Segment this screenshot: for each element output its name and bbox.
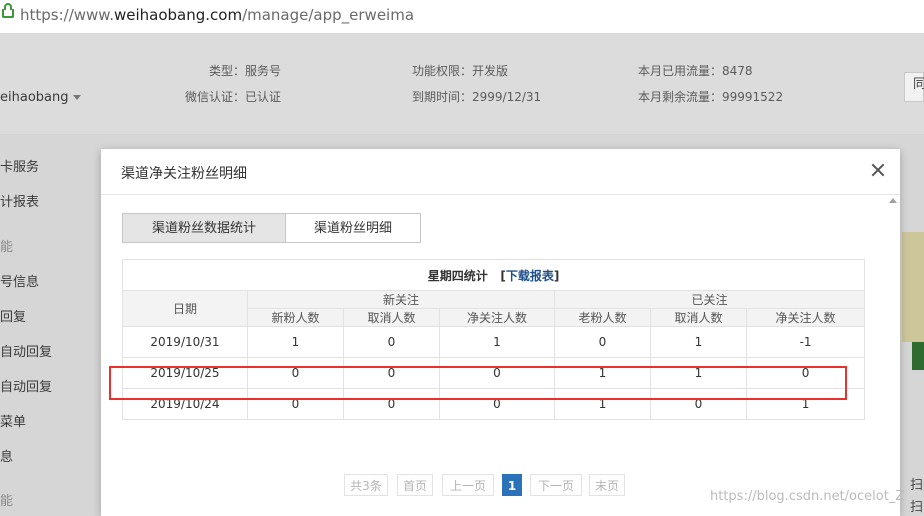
value-cell: 1 bbox=[554, 357, 651, 389]
column-header: 净关注人数 bbox=[439, 308, 555, 327]
pager-next-button[interactable]: 下一页 bbox=[530, 474, 582, 496]
scroll-up-arrow-icon[interactable] bbox=[889, 198, 897, 203]
value-cell: 1 bbox=[650, 357, 747, 389]
group-header-new: 新关注 bbox=[247, 290, 555, 309]
value-cell: 0 bbox=[554, 326, 651, 358]
sidebar-item[interactable]: 回复 bbox=[0, 306, 26, 325]
account-info-bar: eihaobang 类型：服务号 微信认证：已认证 功能权限：开发版 到期时间：… bbox=[0, 34, 924, 134]
value-cell: 0 bbox=[439, 388, 555, 420]
value-cell: 1 bbox=[247, 326, 344, 358]
value-cell: -1 bbox=[745, 326, 866, 358]
right-scan-text: 扫 bbox=[910, 500, 924, 515]
lock-icon bbox=[2, 3, 14, 18]
value-cell: 0 bbox=[343, 326, 440, 358]
expire-date: 到期时间：2999/12/31 bbox=[412, 90, 542, 104]
sidebar-section-heading: 能 bbox=[0, 240, 14, 255]
sidebar-item[interactable]: 自动回复 bbox=[0, 376, 52, 395]
table-row: 2019/10/25 0 0 0 1 1 0 bbox=[122, 357, 866, 389]
remaining-traffic: 本月剩余流量：99991522 bbox=[638, 90, 784, 104]
address-bar[interactable]: https://www.weihaobang.com/manage/app_er… bbox=[0, 0, 924, 34]
modal-divider bbox=[101, 194, 900, 195]
column-header: 老粉人数 bbox=[554, 308, 651, 327]
modal-title: 渠道净关注粉丝明细 bbox=[121, 166, 247, 182]
pager-current-page[interactable]: 1 bbox=[502, 474, 522, 496]
date-cell: 2019/10/24 bbox=[122, 388, 248, 420]
sidebar-item[interactable]: 卡服务 bbox=[0, 156, 39, 175]
account-dropdown[interactable]: eihaobang bbox=[0, 90, 81, 105]
download-report-link[interactable]: 下载报表 bbox=[506, 269, 554, 283]
url-text[interactable]: https://www.weihaobang.com/manage/app_er… bbox=[20, 6, 414, 24]
right-panel-image bbox=[902, 232, 924, 342]
value-cell: 0 bbox=[745, 357, 866, 389]
table-caption: 星期四统计 [下载报表] bbox=[121, 259, 866, 291]
pager-first-button[interactable]: 首页 bbox=[397, 474, 433, 496]
value-cell: 1 bbox=[439, 326, 555, 358]
sidebar-item[interactable]: 号信息 bbox=[0, 271, 39, 290]
pager-total: 共3条 bbox=[344, 474, 388, 496]
wechat-auth: 微信认证：已认证 bbox=[185, 90, 282, 104]
date-cell: 2019/10/25 bbox=[122, 357, 248, 389]
table-row: 2019/10/24 0 0 0 1 0 1 bbox=[122, 388, 866, 420]
column-header: 新粉人数 bbox=[247, 308, 344, 327]
value-cell: 1 bbox=[650, 326, 747, 358]
url-domain: weihaobang.com bbox=[113, 6, 243, 24]
column-header: 净关注人数 bbox=[745, 308, 866, 327]
tab-channel-fan-detail[interactable]: 渠道粉丝明细 bbox=[285, 213, 421, 243]
tab-channel-fan-stats[interactable]: 渠道粉丝数据统计 bbox=[122, 213, 286, 243]
value-cell: 0 bbox=[247, 388, 344, 420]
value-cell: 0 bbox=[343, 357, 440, 389]
right-action-button[interactable]: 同 bbox=[904, 72, 924, 102]
account-type: 类型：服务号 bbox=[209, 64, 282, 78]
watermark: https://blog.csdn.net/ocelot_Z bbox=[710, 489, 905, 504]
sidebar-section-heading: 能 bbox=[0, 494, 14, 509]
right-green-button[interactable] bbox=[912, 342, 924, 370]
stats-table: 星期四统计 [下载报表] 日期 新关注 已关注 新粉人数 取消人数 净关注人数 … bbox=[121, 259, 866, 420]
value-cell: 1 bbox=[554, 388, 651, 420]
sidebar-item[interactable]: 息 bbox=[0, 446, 13, 465]
used-traffic: 本月已用流量：8478 bbox=[638, 64, 753, 78]
close-icon[interactable] bbox=[869, 161, 887, 179]
pager-last-button[interactable]: 末页 bbox=[589, 474, 625, 496]
column-header: 取消人数 bbox=[650, 308, 747, 327]
date-cell: 2019/10/31 bbox=[122, 326, 248, 358]
function-permission: 功能权限：开发版 bbox=[412, 64, 509, 78]
fan-detail-modal: 渠道净关注粉丝明细 渠道粉丝数据统计 渠道粉丝明细 星期四统计 [下载报表] 日… bbox=[101, 149, 900, 516]
value-cell: 1 bbox=[745, 388, 866, 420]
url-prefix: https://www. bbox=[20, 6, 114, 24]
right-scan-text: 扫 bbox=[910, 478, 924, 493]
value-cell: 0 bbox=[343, 388, 440, 420]
date-header: 日期 bbox=[122, 290, 248, 327]
url-path: /manage/app_erweima bbox=[242, 6, 415, 24]
table-row: 2019/10/31 1 0 1 0 1 -1 bbox=[122, 326, 866, 358]
caption-text: 星期四统计 bbox=[427, 268, 488, 283]
value-cell: 0 bbox=[439, 357, 555, 389]
value-cell: 0 bbox=[650, 388, 747, 420]
column-header: 取消人数 bbox=[343, 308, 440, 327]
sidebar-item[interactable]: 菜单 bbox=[0, 411, 26, 430]
value-cell: 0 bbox=[247, 357, 344, 389]
pager-prev-button[interactable]: 上一页 bbox=[442, 474, 494, 496]
sidebar-item[interactable]: 计报表 bbox=[0, 191, 39, 210]
group-header-followed: 已关注 bbox=[553, 290, 866, 309]
sidebar-item[interactable]: 自动回复 bbox=[0, 341, 52, 360]
